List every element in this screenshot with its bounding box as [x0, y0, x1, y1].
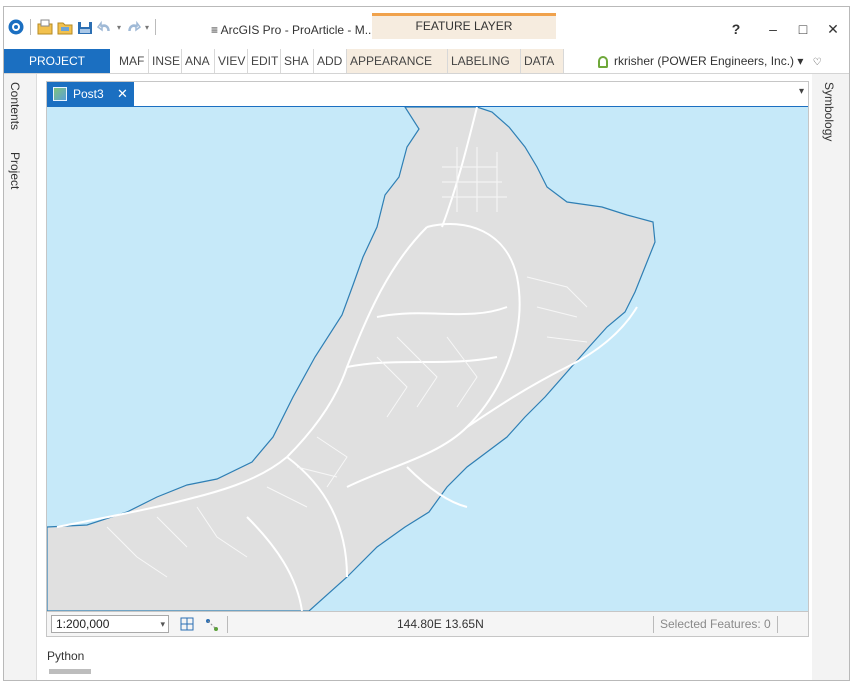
tab-labeling[interactable]: LABELING	[448, 49, 521, 73]
map-canvas[interactable]	[47, 107, 808, 611]
scale-selector[interactable]: 1:200,000 ▾	[51, 615, 169, 633]
window-title: ≡ ArcGIS Pro - ProArticle - M...	[211, 23, 375, 37]
chevron-down-icon[interactable]: ▾	[160, 616, 165, 632]
context-tab-header: FEATURE LAYER	[372, 13, 556, 39]
minimize-button[interactable]: –	[758, 19, 788, 39]
tab-map[interactable]: MAF	[116, 49, 149, 73]
chevron-down-icon[interactable]: ▾	[799, 86, 804, 97]
quick-access-toolbar: ▾ ▾	[8, 17, 158, 37]
ribbon-tab-bar: PROJECT MAF INSE ANA VIEV EDIT SHA ADD A…	[4, 49, 849, 74]
right-dock-pane: Symbology	[812, 74, 849, 680]
save-project-icon[interactable]	[77, 19, 93, 35]
map-tab-label: Post3	[73, 87, 104, 101]
map-tab-post3[interactable]: Post3 ✕	[47, 82, 134, 106]
user-account[interactable]: rkrisher (POWER Engineers, Inc.) ▾ ♡	[598, 49, 822, 73]
new-project-icon[interactable]	[37, 19, 53, 35]
ribbon-tabs: MAF INSE ANA VIEV EDIT SHA ADD APPEARANC…	[116, 49, 564, 73]
close-icon[interactable]: ✕	[117, 82, 128, 106]
tab-insert[interactable]: INSE	[149, 49, 182, 73]
map-icon	[53, 87, 67, 101]
symbology-pane-tab[interactable]: Symbology	[822, 82, 836, 141]
tab-data[interactable]: DATA	[521, 49, 564, 73]
tab-project[interactable]: PROJECT	[4, 49, 110, 73]
project-pane-tab[interactable]: Project	[8, 152, 22, 189]
python-tab-indicator	[49, 669, 91, 674]
tab-add-in[interactable]: ADD	[314, 49, 347, 73]
redo-dropdown-icon[interactable]: ▾	[145, 23, 149, 32]
arcgis-logo-icon[interactable]	[8, 19, 24, 35]
map-view[interactable]: Post3 ✕ ▾	[46, 81, 809, 612]
open-project-icon[interactable]	[57, 19, 73, 35]
map-status-bar: 1:200,000 ▾ 144.80E 13.65N Selected Feat…	[46, 611, 809, 637]
scale-value: 1:200,000	[56, 617, 110, 631]
help-button[interactable]: ?	[721, 19, 751, 39]
python-pane-tab[interactable]: Python	[47, 649, 84, 663]
tab-analysis[interactable]: ANA	[182, 49, 215, 73]
app-window: ▾ ▾ ≡ ArcGIS Pro - ProArticle - M... FEA…	[3, 6, 850, 681]
left-dock-pane: Contents Project	[4, 74, 37, 680]
maximize-button[interactable]: □	[788, 19, 818, 39]
separator	[227, 616, 228, 633]
separator	[155, 19, 157, 35]
notification-icon[interactable]: ♡	[813, 57, 822, 68]
undo-dropdown-icon[interactable]: ▾	[117, 23, 121, 32]
selected-features-count[interactable]: Selected Features: 0	[653, 616, 778, 633]
tab-view[interactable]: VIEV	[215, 49, 248, 73]
map-tab-strip: Post3 ✕ ▾	[47, 82, 808, 108]
explore-icon[interactable]	[179, 616, 197, 634]
separator	[30, 19, 31, 35]
coordinate-readout: 144.80E 13.65N	[397, 617, 484, 631]
tab-appearance[interactable]: APPEARANCE	[347, 49, 448, 73]
tab-share[interactable]: SHA	[281, 49, 314, 73]
undo-icon[interactable]	[96, 19, 113, 35]
redo-icon[interactable]	[125, 19, 142, 35]
tab-edit[interactable]: EDIT	[248, 49, 281, 73]
snapping-icon[interactable]	[203, 616, 221, 634]
title-bar: ▾ ▾ ≡ ArcGIS Pro - ProArticle - M... FEA…	[4, 7, 849, 47]
user-name: rkrisher (POWER Engineers, Inc.) ▾	[614, 54, 804, 68]
contents-pane-tab[interactable]: Contents	[8, 82, 22, 130]
user-icon	[598, 55, 608, 68]
close-button[interactable]: ✕	[818, 19, 848, 39]
